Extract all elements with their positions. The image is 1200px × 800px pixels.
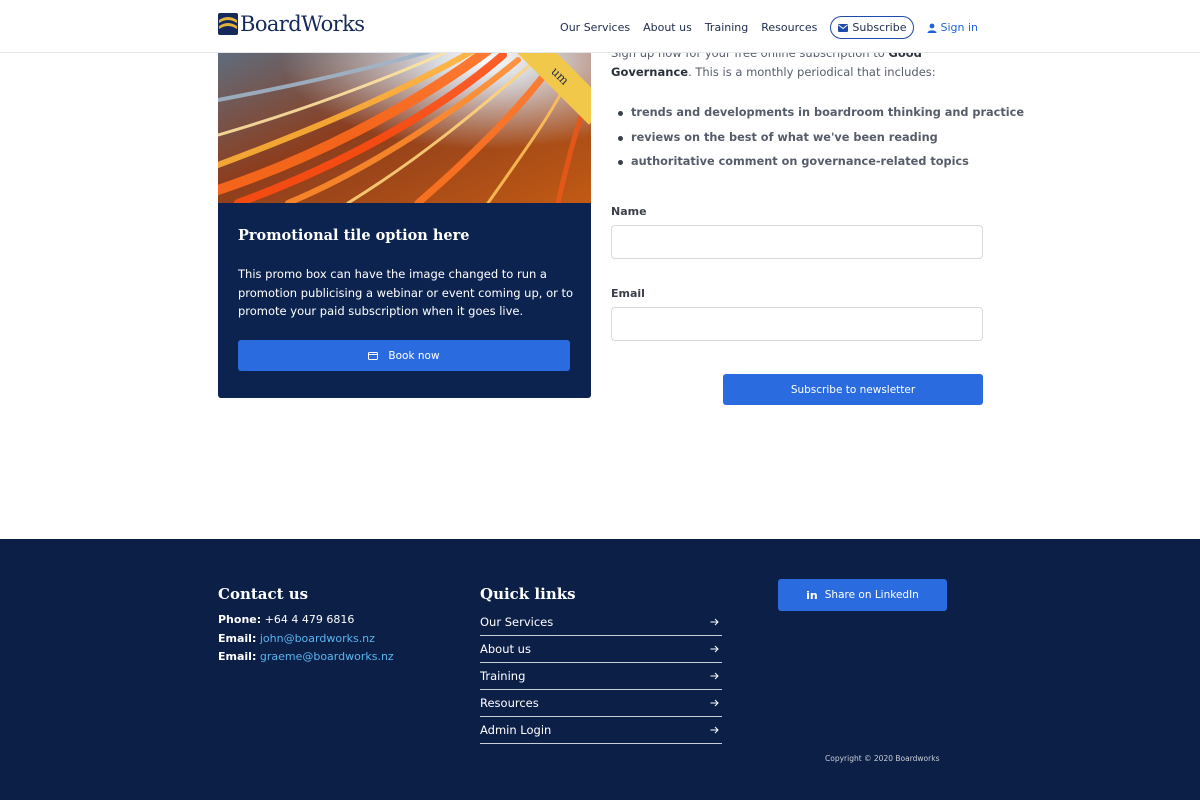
contact-details: Phone: +64 4 479 6816 Email: john@boardw… (218, 611, 458, 667)
envelope-icon (838, 23, 849, 32)
linkedin-icon: in (806, 588, 818, 602)
subscribe-newsletter-button[interactable]: Subscribe to newsletter (723, 374, 983, 405)
site-header: BoardWorks Our Services About us Trainin… (0, 0, 1200, 53)
email-label-1: Email: (218, 631, 257, 645)
subscribe-label: Subscribe (852, 21, 907, 34)
brand-name: BoardWorks (240, 12, 365, 36)
quick-link-label: Our Services (480, 615, 554, 629)
quick-link-label: Resources (480, 696, 539, 710)
book-now-button[interactable]: Book now (238, 340, 570, 371)
phone-number[interactable]: +64 4 479 6816 (265, 613, 355, 626)
list-item: trends and developments in boardroom thi… (617, 101, 1024, 126)
phone-label: Phone: (218, 613, 262, 626)
promo-tile: um Promotional tile option here This pro… (218, 40, 591, 398)
boardworks-logo-icon (218, 13, 238, 35)
email-line-1: Email: john@boardworks.nz (218, 630, 458, 649)
nav-our-services[interactable]: Our Services (560, 16, 630, 39)
share-linkedin-button[interactable]: in Share on LinkedIn (778, 579, 947, 611)
benefits-list: trends and developments in boardroom thi… (617, 101, 1024, 175)
arrow-right-icon (710, 645, 719, 653)
user-icon (927, 23, 937, 33)
ticket-icon (368, 351, 379, 360)
subscribe-button[interactable]: Subscribe (830, 16, 915, 39)
main-nav: Our Services About us Training Resources… (560, 16, 978, 39)
arrow-right-icon (710, 618, 719, 626)
email-field[interactable] (611, 307, 983, 341)
email-link-john[interactable]: john@boardworks.nz (260, 632, 375, 645)
share-linkedin-label: Share on LinkedIn (824, 589, 919, 601)
list-item: reviews on the best of what we've been r… (617, 126, 987, 151)
book-now-label: Book now (388, 349, 440, 362)
contact-heading: Contact us (218, 585, 309, 603)
copyright-text: Copyright © 2020 Boardworks (825, 754, 940, 763)
list-item: authoritative comment on governance-rela… (617, 150, 987, 175)
arrow-right-icon (710, 672, 719, 680)
quick-link-our-services[interactable]: Our Services (480, 609, 722, 636)
quick-link-admin-login[interactable]: Admin Login (480, 717, 722, 744)
name-field[interactable] (611, 225, 983, 259)
quick-links-heading: Quick links (480, 585, 576, 603)
quick-link-about-us[interactable]: About us (480, 636, 722, 663)
quick-links-list: Our Services About us Training Resources… (480, 609, 722, 744)
quick-link-label: Admin Login (480, 723, 552, 737)
quick-link-resources[interactable]: Resources (480, 690, 722, 717)
quick-link-label: About us (480, 642, 531, 656)
quick-link-training[interactable]: Training (480, 663, 722, 690)
arrow-right-icon (710, 726, 719, 734)
arrow-right-icon (710, 699, 719, 707)
email-label-2: Email: (218, 650, 257, 663)
promo-title: Promotional tile option here (238, 227, 470, 244)
phone-line: Phone: +64 4 479 6816 (218, 611, 458, 630)
promo-text: This promo box can have the image change… (238, 267, 574, 318)
sign-in-label: Sign in (940, 21, 978, 34)
brand-logo[interactable]: BoardWorks (218, 11, 365, 37)
nav-training[interactable]: Training (705, 16, 748, 39)
intro-text-end: . This is a monthly periodical that incl… (688, 64, 936, 79)
name-label: Name (611, 205, 647, 218)
email-link-graeme[interactable]: graeme@boardworks.nz (260, 650, 394, 663)
email-label: Email (611, 287, 645, 300)
site-footer: Contact us Phone: +64 4 479 6816 Email: … (0, 539, 1200, 800)
nav-resources[interactable]: Resources (761, 16, 817, 39)
nav-about-us[interactable]: About us (643, 16, 692, 39)
email-line-2: Email: graeme@boardworks.nz (218, 648, 458, 667)
quick-link-label: Training (480, 669, 526, 683)
sign-in-link[interactable]: Sign in (927, 21, 978, 34)
